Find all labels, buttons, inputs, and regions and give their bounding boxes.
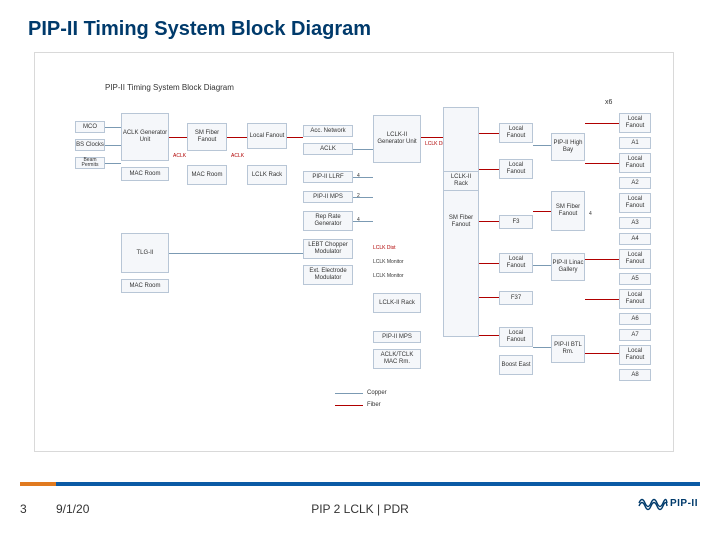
box-tlg: TLG-II [121,233,169,273]
box-btl-rm: PIP-II BTL Rm. [551,335,585,363]
box-lclk-gen: LCLK-II Generator Unit [373,115,421,163]
wire [169,253,303,254]
lbl-aclk2: ACLK [231,153,244,159]
wire [353,197,373,198]
box-a3: A3 [619,217,651,229]
lbl-num4c: 4 [589,211,592,217]
box-a7: A7 [619,329,651,341]
wire [533,347,551,348]
legend-fiber-line [335,405,363,406]
box-sm-fiber-fanout2: SM Fiber Fanout [443,107,479,337]
page-title: PIP-II Timing System Block Diagram [0,0,720,51]
box-mac-room: MAC Room [121,167,169,181]
lbl-num4b: 4 [357,217,360,223]
wire [585,299,619,300]
box-a1: A1 [619,137,651,149]
wire [105,145,121,146]
box-a8: A8 [619,369,651,381]
box-local-fanout-a: Local Fanout [499,123,533,143]
box-local-fanout-r5: Local Fanout [619,289,651,309]
box-highbay: PIP-II High Bay [551,133,585,161]
box-local-fanout-r: Local Fanout [619,113,651,133]
box-mac-room2: MAC Room [121,279,169,293]
box-a2: A2 [619,177,651,189]
wire [533,145,551,146]
box-local-fanout-r3: Local Fanout [619,193,651,213]
box-sm-fiber-fanout: SM Fiber Fanout [187,123,227,151]
box-local-fanout-d: Local Fanout [499,327,533,347]
box-a4: A4 [619,233,651,245]
box-lclk-rack: LCLK Rack [247,165,287,185]
box-f37: F37 [499,291,533,305]
wire [585,123,619,124]
wire [479,133,499,134]
box-boost-east: Boost East [499,355,533,375]
wire [479,335,499,336]
wire [585,259,619,260]
wire [353,221,373,222]
footer-accent [20,482,56,486]
box-acc-network: Acc. Network [303,125,353,137]
box-lclk-rack3: LCLK-II Rack [443,171,479,191]
logo: PIP-II [638,494,698,512]
wire [479,263,499,264]
logo-wave-icon [638,494,668,512]
box-pip2-llrf: PIP-II LLRF [303,171,353,183]
wire [105,127,121,128]
wire [169,137,187,138]
box-local-fanout-c: Local Fanout [499,253,533,273]
box-pip2-mps: PIP-II MPS [303,191,353,203]
box-local-fanout-1: Local Fanout [247,123,287,149]
box-local-fanout-r4: Local Fanout [619,249,651,269]
wire [353,177,373,178]
lbl-num4a: 4 [357,173,360,179]
lbl-aclk: ACLK [173,153,186,159]
legend-fiber: Fiber [367,402,381,408]
box-a5: A5 [619,273,651,285]
wire [479,221,499,222]
wire [585,353,619,354]
lbl-x6: x6 [605,99,612,106]
box-a6: A6 [619,313,651,325]
box-f3: F3 [499,215,533,229]
box-mco: MCO [75,121,105,133]
box-local-fanout-r6: Local Fanout [619,345,651,365]
box-lclk-rack2: LCLK-II Rack [373,293,421,313]
box-local-fanout-r2: Local Fanout [619,153,651,173]
lbl-num2: 2 [357,193,360,199]
diagram-canvas: PIP-II Timing System Block Diagram MCO B… [34,52,674,452]
wire [479,297,499,298]
wire [353,149,373,150]
footer-bar [20,482,700,486]
legend-copper: Copper [367,390,387,396]
box-beam-permits: Beam Permits [75,157,105,169]
lbl-lclk-monitor: LCLK Monitor [373,259,404,265]
wire [421,137,443,138]
box-local-fanout-b: Local Fanout [499,159,533,179]
box-aclk-tclk: ACLK/TCLK MAC Rm. [373,349,421,369]
box-bs-clocks: BS Clocks [75,139,105,151]
lbl-lclk-monitor2: LCLK Monitor [373,273,404,279]
legend-copper-line [335,393,363,394]
slide-center-text: PIP 2 LCLK | PDR [0,502,720,516]
wire [479,169,499,170]
wire [533,265,551,266]
box-mac-room3: MAC Room [187,165,227,185]
wire [105,163,121,164]
box-lebt-chopper: LEBT Chopper Modulator [303,239,353,259]
box-sm-fiber3: SM Fiber Fanout [551,191,585,231]
box-rep-rate: Rep Rate Generator [303,211,353,231]
box-aclk-gen: ACLK Generator Unit [121,113,169,161]
wire [533,211,551,212]
wire [287,137,303,138]
diagram-subtitle: PIP-II Timing System Block Diagram [105,83,234,92]
box-linac-gallery: PIP-II Linac Gallery [551,253,585,281]
wire [227,137,247,138]
logo-text: PIP-II [670,498,698,509]
lbl-lclk-dist: LCLK Dist [373,245,396,251]
box-ext-electrode: Ext. Electrode Modulator [303,265,353,285]
box-pip2-mps-bottom: PIP-II MPS [373,331,421,343]
wire [585,163,619,164]
box-aclk3: ACLK [303,143,353,155]
